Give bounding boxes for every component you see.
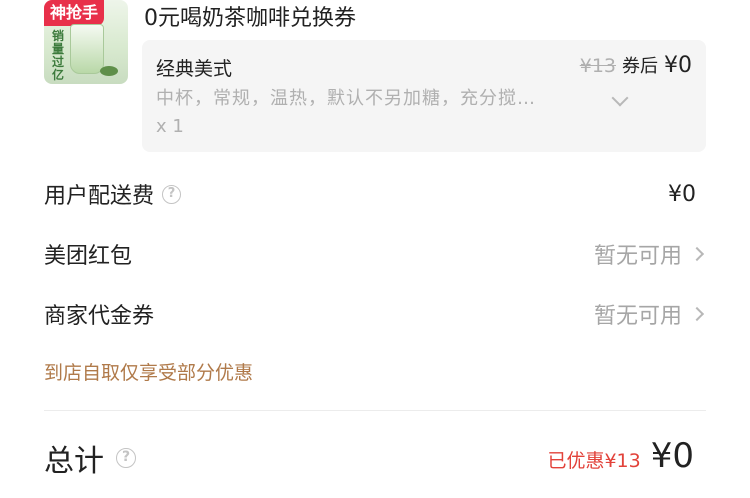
- quantity: x 1: [156, 116, 184, 137]
- product-title: 0元喝奶茶咖啡兑换券: [144, 6, 356, 31]
- chevron-down-icon[interactable]: [611, 89, 629, 107]
- merchant-voucher-label: 商家代金券: [44, 304, 155, 329]
- milk-tea-cup-image: [70, 24, 104, 74]
- chevron-right-icon: [689, 246, 705, 262]
- discount-amount: 已优惠¥13: [547, 450, 641, 472]
- delivery-fee-label: 用户配送费: [44, 184, 155, 209]
- hot-deal-badge: 神抢手: [44, 0, 105, 26]
- price-row: ¥13 券后 ¥0: [580, 52, 692, 78]
- total-amount: ¥0: [650, 436, 694, 476]
- total-label: 总计: [44, 444, 104, 479]
- spec-detail: 中杯，常规，温热，默认不另加糖，充分搅…: [156, 88, 536, 109]
- question-circle-icon[interactable]: ?: [116, 448, 136, 468]
- meituan-redpacket-label: 美团红包: [44, 244, 133, 269]
- merchant-voucher-row[interactable]: 商家代金券 暂无可用: [44, 294, 706, 334]
- total-summary: 已优惠¥13 ¥0: [547, 436, 694, 476]
- leaf-decoration: [100, 66, 118, 76]
- delivery-fee-row: 用户配送费 ? ¥0: [44, 174, 706, 214]
- pickup-discount-note: 到店自取仅享受部分优惠: [44, 362, 254, 384]
- product-image[interactable]: 神抢手 销量过亿: [44, 0, 128, 84]
- after-coupon-price: ¥0: [664, 53, 692, 78]
- chevron-right-icon: [689, 306, 705, 322]
- question-circle-icon[interactable]: ?: [162, 184, 182, 204]
- after-coupon-label: 券后: [622, 56, 658, 77]
- product-spec-box[interactable]: 经典美式 中杯，常规，温热，默认不另加糖，充分搅… x 1 ¥13 券后 ¥0: [142, 40, 706, 152]
- merchant-voucher-value: 暂无可用: [593, 304, 682, 329]
- original-price: ¥13: [579, 55, 616, 77]
- spec-name: 经典美式: [156, 58, 233, 80]
- thumb-sales-text: 销量过亿: [52, 29, 65, 82]
- meituan-redpacket-row[interactable]: 美团红包 暂无可用: [44, 234, 706, 274]
- meituan-redpacket-value: 暂无可用: [593, 244, 682, 269]
- divider: [44, 410, 706, 411]
- delivery-fee-value: ¥0: [668, 181, 696, 207]
